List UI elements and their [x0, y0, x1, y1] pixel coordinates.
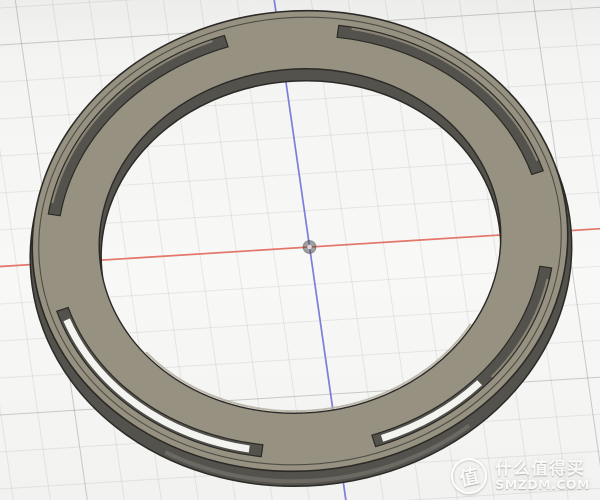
watermark-brand-text: 什么值得买 [495, 459, 586, 479]
ring-model[interactable] [10, 0, 591, 500]
cad-viewport[interactable]: 值 什么值得买 SMZDM.COM [0, 0, 600, 500]
smzdm-logo-icon: 值 [447, 454, 491, 498]
watermark-site-text: SMZDM.COM [495, 477, 590, 493]
origin-marker[interactable] [302, 240, 317, 254]
smzdm-logo-char: 值 [457, 464, 482, 491]
origin-center-dot [307, 244, 312, 250]
model-canvas [0, 0, 600, 500]
watermark: 值 什么值得买 SMZDM.COM [447, 454, 590, 498]
watermark-text: 什么值得买 SMZDM.COM [495, 460, 590, 492]
